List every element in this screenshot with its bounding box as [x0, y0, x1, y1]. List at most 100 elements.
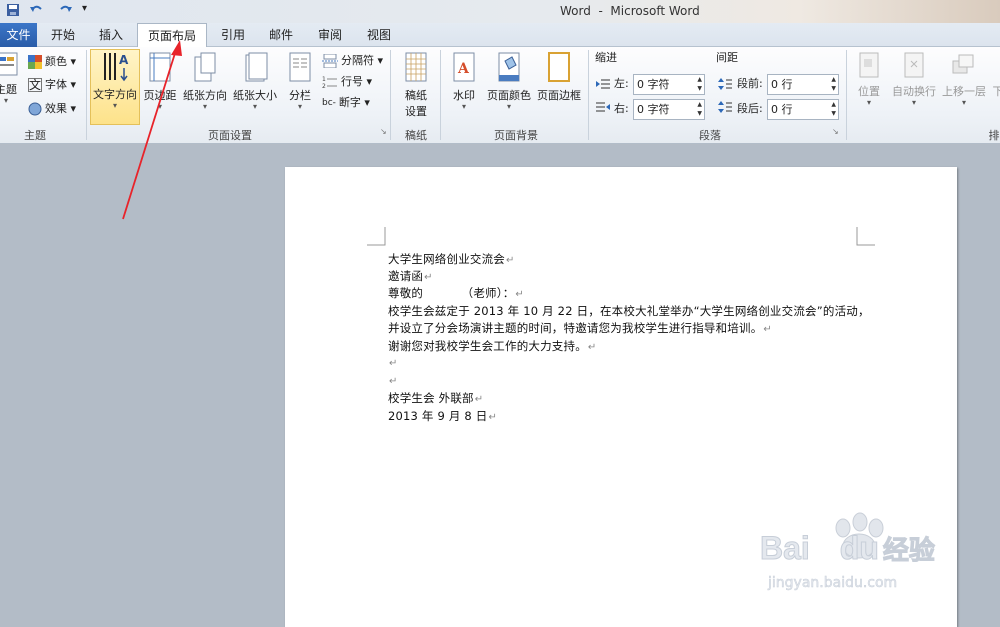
page-borders-button[interactable]: 页面边框 — [535, 51, 583, 121]
line-numbers-button[interactable]: 1 2 行号 ▾ — [322, 72, 372, 92]
group-label-themes: 主题 — [24, 129, 46, 142]
tab-mailings[interactable]: 邮件 — [263, 23, 299, 47]
svg-text:A: A — [119, 53, 129, 67]
indent-left-label: 左: — [614, 77, 629, 90]
watermark-button[interactable]: A 水印 ▾ — [446, 51, 482, 121]
group-separator — [390, 50, 391, 140]
watermark-label: 水印 — [453, 89, 475, 102]
theme-effects-label: 效果 — [45, 102, 67, 115]
title-bar: ▾ Word - Microsoft Word — [0, 0, 1000, 23]
tab-references[interactable]: 引用 — [215, 23, 251, 47]
tab-review[interactable]: 审阅 — [312, 23, 348, 47]
group-label-page-setup: 页面设置 — [208, 129, 252, 142]
group-separator — [440, 50, 441, 140]
spinner-arrows-icon[interactable]: ▲ ▼ — [697, 75, 702, 93]
spacing-before-field[interactable]: 0 行 ▲ ▼ — [767, 74, 839, 95]
ribbon: 主题 ▾ 颜色 ▾ 文字体 ▾ 效果 ▾ 主题 A 文字方向 ▾ 页边距 ▾ 纸… — [0, 47, 1000, 144]
hyphenation-button[interactable]: bc- 断字 ▾ — [322, 93, 370, 113]
themes-label: 主题 — [0, 83, 17, 96]
dropdown-arrow-icon: ▾ — [157, 102, 162, 111]
tab-file[interactable]: 文件 — [0, 23, 37, 47]
group-label-paragraph: 段落 — [699, 129, 721, 142]
spacing-before-value: 0 行 — [771, 78, 793, 91]
doc-line[interactable]: 尊敬的 （老师）：↵ — [388, 285, 524, 301]
margins-button[interactable]: 页边距 ▾ — [141, 51, 179, 121]
indent-header: 缩进 — [595, 51, 617, 64]
themes-button[interactable]: 主题 ▾ — [0, 51, 20, 121]
spacing-after-value: 0 行 — [771, 103, 793, 116]
doc-line[interactable]: 2013 年 9 月 8 日↵ — [388, 408, 497, 424]
font-icon: 文 — [28, 78, 42, 92]
tab-view[interactable]: 视图 — [361, 23, 397, 47]
dropdown-arrow-icon: ▾ — [3, 96, 8, 105]
doc-line[interactable]: 校学生会兹定于 2013 年 10 月 22 日，在本校大礼堂举办“大学生网络创… — [388, 303, 870, 319]
spinner-arrows-icon[interactable]: ▲ ▼ — [831, 75, 836, 93]
indent-left-icon — [596, 78, 610, 93]
manuscript-label-2: 设置 — [405, 105, 427, 118]
bring-forward-label: 上移一层 — [942, 85, 986, 98]
doc-line[interactable]: ↵ — [388, 373, 398, 387]
dropdown-arrow-icon: ▾ — [252, 102, 257, 111]
text-direction-label: 文字方向 — [93, 88, 137, 101]
indent-right-field[interactable]: 0 字符 ▲ ▼ — [633, 99, 705, 120]
position-button[interactable]: 位置 ▾ — [852, 51, 886, 121]
tab-home[interactable]: 开始 — [45, 23, 81, 47]
doc-line[interactable]: ↵ — [388, 355, 398, 369]
dropdown-arrow-icon: ▾ — [297, 102, 302, 111]
dialog-launcher-icon[interactable]: ↘ — [832, 127, 839, 136]
spacing-after-label: 段后: — [737, 102, 763, 115]
dropdown-arrow-icon: ▾ — [112, 101, 117, 110]
manuscript-label-1: 稿纸 — [405, 89, 427, 102]
doc-line[interactable]: 谢谢您对我校学生会工作的大力支持。↵ — [388, 338, 597, 354]
manuscript-settings-button[interactable]: 稿纸 设置 — [396, 51, 436, 121]
dropdown-arrow-icon: ▾ — [866, 98, 871, 107]
breaks-label: 分隔符 — [341, 54, 374, 67]
watermark-brand: Bai du 经验 — [760, 530, 936, 567]
breaks-button[interactable]: 分隔符 ▾ — [322, 51, 383, 71]
orientation-label: 纸张方向 — [183, 89, 227, 102]
size-button[interactable]: 纸张大小 ▾ — [231, 51, 279, 121]
save-icon[interactable] — [6, 3, 20, 19]
margin-corner-mark — [856, 227, 875, 246]
indent-left-field[interactable]: 0 字符 ▲ ▼ — [633, 74, 705, 95]
spacing-header: 间距 — [716, 51, 738, 64]
indent-left-value: 0 字符 — [637, 78, 670, 91]
theme-fonts-button[interactable]: 文字体 ▾ — [28, 75, 76, 95]
spinner-arrows-icon[interactable]: ▲ ▼ — [831, 100, 836, 118]
group-label-manuscript: 稿纸 — [405, 129, 427, 142]
theme-colors-label: 颜色 — [45, 55, 67, 68]
redo-icon[interactable] — [58, 3, 74, 19]
doc-line[interactable]: 大学生网络创业交流会↵ — [388, 251, 515, 267]
tab-insert[interactable]: 插入 — [93, 23, 129, 47]
columns-button[interactable]: 分栏 ▾ — [283, 51, 317, 121]
group-label-arrange: 排 — [988, 129, 1000, 142]
doc-line[interactable]: 并设立了分会场演讲主题的时间，特邀请您为我校学生进行指导和培训。↵ — [388, 320, 772, 336]
dialog-launcher-icon[interactable]: ↘ — [380, 127, 387, 136]
bring-forward-button[interactable]: 上移一层 ▾ — [940, 51, 988, 121]
baidu-watermark: Bai du 经验 jingyan.baidu.com — [760, 510, 960, 600]
text-direction-button[interactable]: A 文字方向 ▾ — [90, 49, 140, 125]
doc-line[interactable]: 校学生会 外联部↵ — [388, 390, 483, 406]
customize-qat-icon[interactable]: ▾ — [82, 3, 87, 19]
wrap-text-label: 自动换行 — [892, 85, 936, 98]
line-numbers-label: 行号 — [341, 75, 363, 88]
spacing-after-field[interactable]: 0 行 ▲ ▼ — [767, 99, 839, 120]
size-label: 纸张大小 — [233, 89, 277, 102]
spinner-arrows-icon[interactable]: ▲ ▼ — [697, 100, 702, 118]
orientation-button[interactable]: 纸张方向 ▾ — [181, 51, 229, 121]
watermark-url: jingyan.baidu.com — [768, 575, 898, 592]
columns-label: 分栏 — [289, 89, 311, 102]
dropdown-arrow-icon: ▾ — [461, 102, 466, 111]
tab-page-layout[interactable]: 页面布局 — [137, 23, 207, 48]
theme-colors-button[interactable]: 颜色 ▾ — [28, 52, 76, 72]
undo-icon[interactable] — [28, 3, 44, 19]
send-backward-button[interactable]: 下 — [990, 51, 1000, 121]
doc-line[interactable]: 邀请函↵ — [388, 268, 433, 284]
margins-label: 页边距 — [143, 89, 177, 102]
page-color-button[interactable]: 页面颜色 ▾ — [485, 51, 533, 121]
theme-fonts-label: 字体 — [45, 78, 67, 91]
group-separator — [588, 50, 589, 140]
hyphenation-icon: bc- — [322, 98, 336, 108]
theme-effects-button[interactable]: 效果 ▾ — [28, 99, 76, 119]
wrap-text-button[interactable]: 自动换行 ▾ — [890, 51, 938, 121]
